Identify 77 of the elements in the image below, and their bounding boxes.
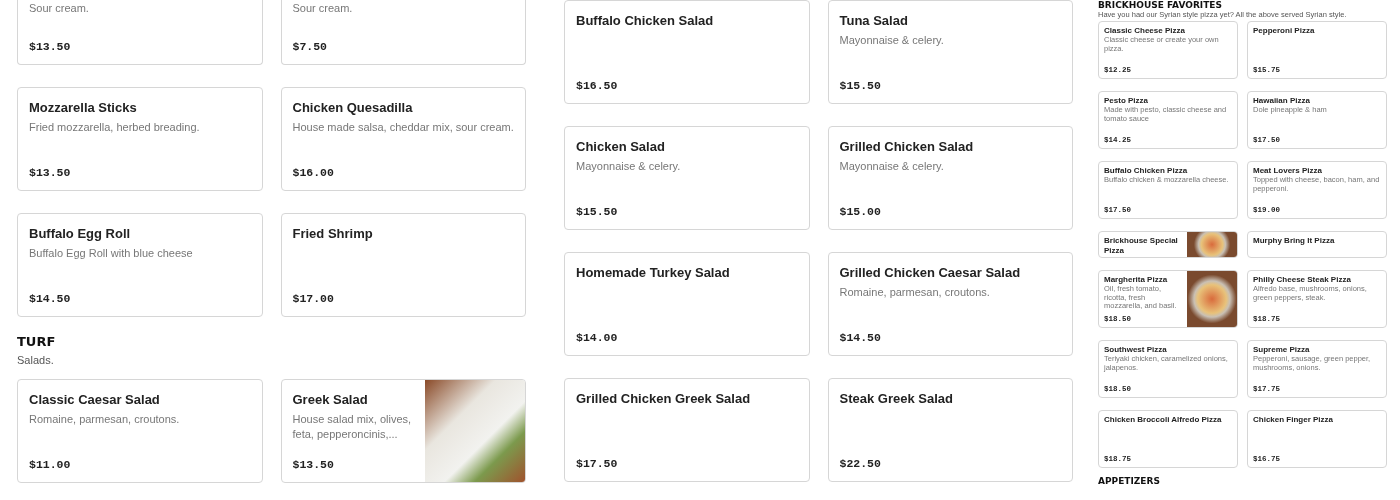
item-name: Classic Caesar Salad bbox=[29, 391, 161, 409]
item-name: Grilled Chicken Caesar Salad bbox=[839, 264, 1022, 282]
item-name: Buffalo Chicken Pizza bbox=[1104, 166, 1189, 176]
item-description: Mayonnaise & celery. bbox=[839, 33, 945, 48]
menu-item-card[interactable]: Homemade Turkey Salad $14.00 bbox=[564, 252, 810, 356]
menu-item-card[interactable]: Mozzarella Sticks Fried mozzarella, herbed breading. $13.50 bbox=[17, 87, 263, 191]
item-name: Mozzarella Sticks bbox=[29, 99, 138, 117]
item-price: $13.50 bbox=[292, 456, 335, 473]
menu-item-card[interactable]: Greek Salad House salad mix, olives, feta, pepperoncinis,... $13.50 bbox=[280, 379, 526, 483]
item-description: Mayonnaise & celery. bbox=[576, 159, 682, 174]
item-name: Supreme Pizza bbox=[1253, 345, 1311, 355]
item-name: Brickhouse Special Pizza bbox=[1104, 236, 1179, 256]
item-name: Grilled Chicken Greek Salad bbox=[576, 390, 752, 408]
menu-item-card[interactable]: Sour cream. $7.50 bbox=[280, 0, 526, 65]
item-description: House salad mix, olives, feta, pepperoncinis,... bbox=[292, 412, 413, 442]
section-heading: BRICKHOUSE FAVORITES bbox=[1098, 0, 1223, 10]
menu-item-card[interactable]: Chicken Quesadilla House made salsa, cheddar mix, sour cream. $16.00 bbox=[280, 87, 526, 191]
menu-item-card[interactable]: Classic Caesar Salad Romaine, parmesan, croutons. $11.00 bbox=[17, 379, 263, 483]
menu-item-card[interactable]: Grilled Chicken Salad Mayonnaise & celery. $15.00 bbox=[827, 126, 1073, 230]
menu-item-card[interactable]: Grilled Chicken Caesar Salad Romaine, parmesan, croutons. $14.50 bbox=[827, 252, 1073, 356]
item-price: $16.50 bbox=[576, 77, 619, 94]
item-description: Sour cream. bbox=[292, 1, 354, 16]
menu-item-card[interactable]: Tuna Salad Mayonnaise & celery. $15.50 bbox=[827, 0, 1073, 104]
item-name: Chicken Quesadilla bbox=[292, 99, 414, 117]
item-name: Grilled Chicken Salad bbox=[839, 138, 975, 156]
item-name: Margherita Pizza bbox=[1104, 275, 1169, 285]
item-price: $7.50 bbox=[292, 38, 328, 55]
item-name: Steak Greek Salad bbox=[839, 390, 954, 408]
menu-item-card[interactable]: Fried Shrimp $17.00 bbox=[280, 213, 526, 317]
item-name: Tuna Salad bbox=[839, 12, 909, 30]
item-name: Classic Cheese Pizza bbox=[1104, 26, 1186, 36]
item-description: Mayonnaise & celery. bbox=[839, 159, 945, 174]
item-description: Sour cream. bbox=[29, 1, 90, 16]
item-price: $14.50 bbox=[29, 290, 72, 307]
menu-item-card[interactable]: Buffalo Egg Roll Buffalo Egg Roll with blue cheese $14.50 bbox=[17, 213, 263, 317]
item-name: Chicken Broccoli Alfredo Pizza bbox=[1104, 415, 1223, 425]
menu-item-card[interactable]: Murphy Bring It Pizza bbox=[1247, 231, 1387, 258]
item-description: Romaine, parmesan, croutons. bbox=[29, 412, 181, 427]
item-description: Romaine, parmesan, croutons. bbox=[839, 285, 991, 300]
item-price: $15.50 bbox=[576, 203, 619, 220]
item-description: House made salsa, cheddar mix, sour cream. bbox=[292, 120, 514, 135]
item-name: Greek Salad bbox=[292, 391, 369, 409]
item-price: $13.50 bbox=[29, 38, 72, 55]
item-name: Homemade Turkey Salad bbox=[576, 264, 731, 282]
item-price: $17.50 bbox=[576, 455, 619, 472]
item-name: Hawaiian Pizza bbox=[1253, 96, 1311, 106]
item-price: $15.50 bbox=[839, 77, 882, 94]
item-name: Philly Cheese Steak Pizza bbox=[1253, 275, 1352, 285]
section-subtitle: Salads. bbox=[17, 353, 55, 368]
menu-item-card[interactable]: Chicken Salad Mayonnaise & celery. $15.50 bbox=[564, 126, 810, 230]
item-price: $22.50 bbox=[839, 455, 882, 472]
item-price: $14.00 bbox=[576, 329, 619, 346]
item-name: Buffalo Egg Roll bbox=[29, 225, 132, 243]
item-name: Pesto Pizza bbox=[1104, 96, 1149, 106]
item-price: $14.50 bbox=[839, 329, 882, 346]
menu-item-card[interactable]: Grilled Chicken Greek Salad $17.50 bbox=[564, 378, 810, 482]
section-heading: APPETIZERS bbox=[1098, 476, 1161, 486]
item-name: Fried Shrimp bbox=[292, 225, 374, 243]
item-name: Meat Lovers Pizza bbox=[1253, 166, 1323, 176]
item-price: $13.50 bbox=[29, 164, 72, 181]
menu-item-card[interactable]: Sour cream. $13.50 bbox=[17, 0, 263, 65]
item-price: $16.00 bbox=[292, 164, 335, 181]
item-name: Chicken Salad bbox=[576, 138, 666, 156]
item-name: Buffalo Chicken Salad bbox=[576, 12, 715, 30]
item-price: $15.00 bbox=[839, 203, 882, 220]
menu-item-card[interactable]: Buffalo Chicken Salad $16.50 bbox=[564, 0, 810, 104]
menu-item-card[interactable]: Steak Greek Salad $22.50 bbox=[827, 378, 1073, 482]
section-heading: TURF bbox=[17, 334, 57, 350]
item-description: Fried mozzarella, herbed breading. bbox=[29, 120, 201, 135]
item-name: Chicken Finger Pizza bbox=[1253, 415, 1335, 425]
item-price: $17.00 bbox=[292, 290, 335, 307]
item-name: Pepperoni Pizza bbox=[1253, 26, 1316, 36]
item-name: Murphy Bring It Pizza bbox=[1253, 236, 1336, 246]
item-name: Southwest Pizza bbox=[1104, 345, 1168, 355]
item-price: $11.00 bbox=[29, 456, 72, 473]
menu-item-card[interactable]: Brickhouse Special Pizza bbox=[1098, 231, 1238, 258]
item-description: Buffalo Egg Roll with blue cheese bbox=[29, 246, 194, 261]
